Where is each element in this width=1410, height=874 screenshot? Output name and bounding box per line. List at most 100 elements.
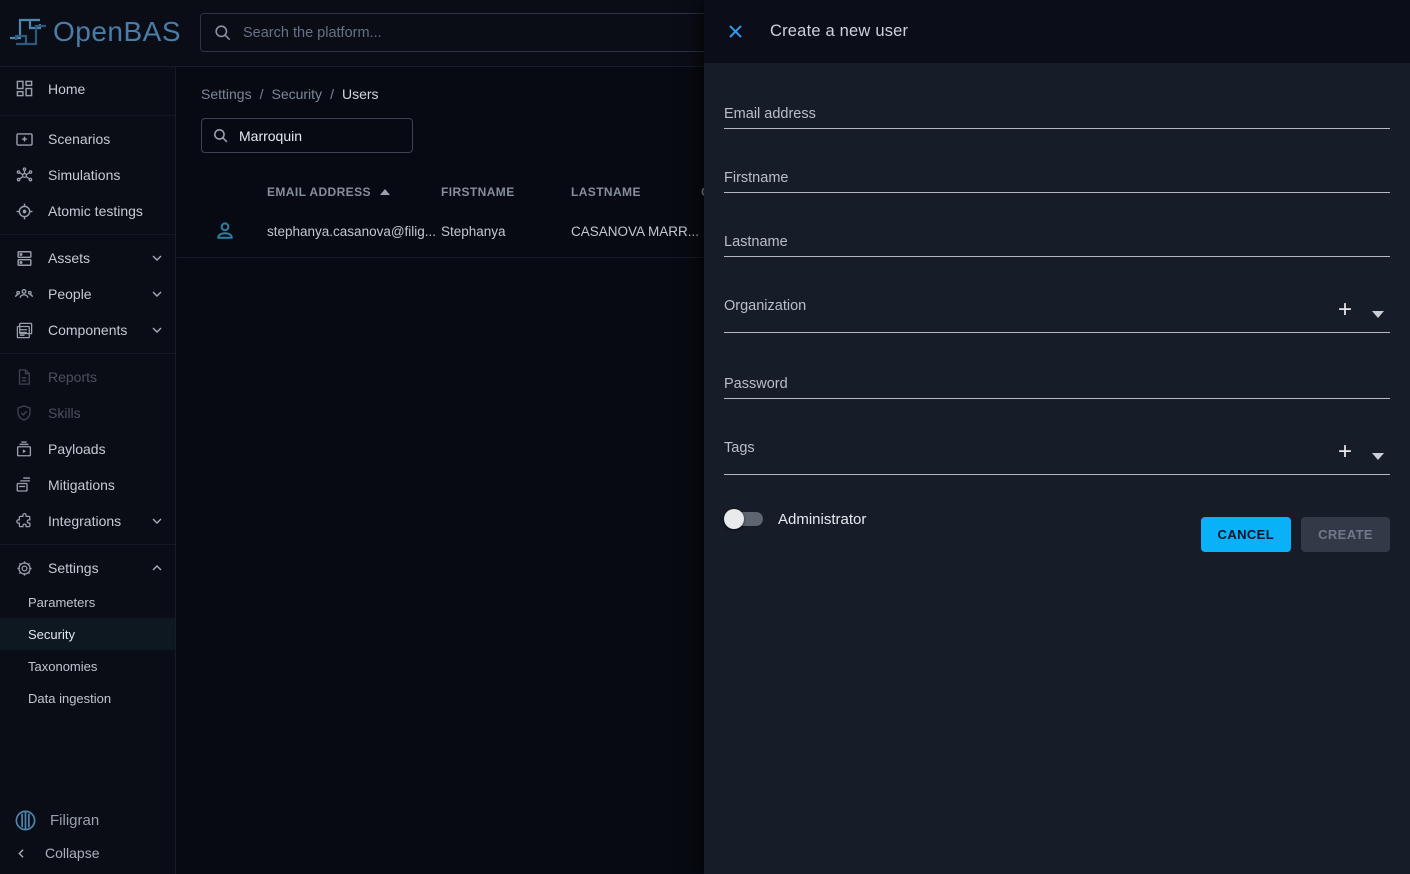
lastname-label: Lastname	[724, 233, 1390, 251]
openbas-logo[interactable]: OpenBAS	[8, 12, 181, 52]
lastname-field[interactable]: Lastname	[724, 233, 1390, 257]
firstname-field[interactable]: Firstname	[724, 169, 1390, 193]
sidebar-item-label: Integrations	[48, 513, 121, 529]
input-underline	[724, 256, 1390, 257]
collapse-sidebar-button[interactable]: Collapse	[0, 838, 175, 868]
user-lastname-cell: CASANOVA MARR...	[571, 224, 699, 239]
sidebar-subitem-data-ingestion[interactable]: Data ingestion	[0, 682, 175, 714]
drawer-header: Create a new user	[704, 0, 1410, 63]
password-field[interactable]: Password	[724, 375, 1390, 399]
input-underline	[724, 192, 1390, 193]
toggle-thumb	[724, 509, 744, 529]
chevron-up-icon	[149, 560, 165, 576]
sidebar-item-label: Reports	[48, 369, 97, 385]
platform-search-input[interactable]: Search the platform...	[200, 13, 740, 52]
breadcrumb-security[interactable]: Security	[271, 86, 322, 102]
column-header-lastname[interactable]: LASTNAME	[571, 185, 641, 199]
input-underline	[724, 474, 1390, 475]
create-button[interactable]: CREATE	[1301, 517, 1390, 552]
organization-field[interactable]: Organization +	[724, 297, 1390, 333]
sidebar-item-components[interactable]: Components	[0, 312, 175, 348]
breadcrumb-separator: /	[260, 86, 264, 102]
dashboard-icon	[14, 79, 34, 99]
document-icon	[14, 367, 34, 387]
add-organization-button[interactable]: +	[1338, 299, 1352, 321]
sidebar-divider	[0, 544, 175, 545]
sidebar-item-home[interactable]: Home	[0, 67, 175, 110]
sidebar-item-label: Skills	[48, 405, 81, 421]
sidebar-item-label: Mitigations	[48, 477, 115, 493]
sidebar-subitem-label: Data ingestion	[28, 691, 111, 706]
column-header-firstname[interactable]: FIRSTNAME	[441, 185, 515, 199]
sidebar-item-people[interactable]: People	[0, 276, 175, 312]
gear-icon	[14, 558, 34, 578]
sidebar-item-scenarios[interactable]: Scenarios	[0, 121, 175, 157]
target-icon	[14, 201, 34, 221]
sidebar-subitem-label: Security	[28, 627, 75, 642]
sidebar-subitem-taxonomies[interactable]: Taxonomies	[0, 650, 175, 682]
tags-dropdown-arrow-icon[interactable]	[1372, 453, 1384, 460]
sidebar-item-reports: Reports	[0, 359, 175, 395]
input-underline	[724, 332, 1390, 333]
dynamic-feed-icon	[14, 475, 34, 495]
subscriptions-icon	[14, 439, 34, 459]
hub-icon	[14, 165, 34, 185]
breadcrumb-settings[interactable]: Settings	[201, 86, 252, 102]
users-table-header: EMAIL ADDRESS FIRSTNAME LASTNAME ORGANIZ…	[177, 179, 704, 207]
sidebar-item-label: Home	[48, 81, 85, 97]
drawer-title: Create a new user	[770, 22, 908, 41]
user-table-row[interactable]: stephanya.casanova@filig... Stephanya CA…	[177, 207, 704, 258]
sort-ascending-icon	[380, 189, 390, 195]
tags-label: Tags	[724, 439, 755, 457]
sidebar-item-simulations[interactable]: Simulations	[0, 157, 175, 193]
organization-dropdown-arrow-icon[interactable]	[1372, 311, 1384, 318]
collapse-label: Collapse	[45, 845, 99, 861]
sidebar-item-label: Settings	[48, 560, 99, 576]
close-drawer-button[interactable]	[716, 13, 754, 51]
sidebar-divider	[0, 234, 175, 235]
sidebar-divider	[0, 115, 175, 116]
platform-search-placeholder: Search the platform...	[243, 25, 382, 41]
sidebar-item-settings[interactable]: Settings	[0, 550, 175, 586]
main-content: Settings / Security / Users Marroquin EM…	[177, 68, 704, 874]
sidebar-subitem-parameters[interactable]: Parameters	[0, 586, 175, 618]
sidebar-subitem-security[interactable]: Security	[0, 618, 175, 650]
sidebar-item-label: Simulations	[48, 167, 120, 183]
create-user-drawer: Create a new user Email address Firstnam…	[704, 0, 1410, 874]
cancel-button[interactable]: CANCEL	[1201, 517, 1292, 552]
shield-check-icon	[14, 403, 34, 423]
email-address-field[interactable]: Email address	[724, 105, 1390, 129]
user-firstname-cell: Stephanya	[441, 224, 506, 239]
breadcrumb-users: Users	[342, 86, 379, 102]
column-header-label: EMAIL ADDRESS	[267, 185, 371, 199]
filigran-link[interactable]: Filigran	[0, 802, 175, 838]
administrator-toggle[interactable]	[724, 509, 764, 529]
chevron-left-icon	[14, 846, 29, 861]
movie-icon	[14, 129, 34, 149]
column-header-email[interactable]: EMAIL ADDRESS	[267, 185, 390, 199]
tags-field[interactable]: Tags +	[724, 439, 1390, 475]
sidebar: Home Scenarios Simula	[0, 67, 176, 874]
sidebar-item-label: Payloads	[48, 441, 106, 457]
sidebar-item-payloads[interactable]: Payloads	[0, 431, 175, 467]
sidebar-item-assets[interactable]: Assets	[0, 240, 175, 276]
search-icon	[212, 127, 229, 144]
email-address-label: Email address	[724, 105, 1390, 123]
sidebar-item-atomic-testings[interactable]: Atomic testings	[0, 193, 175, 229]
users-filter-value: Marroquin	[239, 128, 302, 144]
drawer-actions: CANCEL CREATE	[1201, 517, 1390, 552]
servers-icon	[14, 248, 34, 268]
people-icon	[14, 284, 34, 304]
sidebar-item-mitigations[interactable]: Mitigations	[0, 467, 175, 503]
sidebar-footer: Filigran Collapse	[0, 802, 175, 874]
users-filter-input[interactable]: Marroquin	[201, 118, 413, 153]
user-email-cell: stephanya.casanova@filig...	[267, 224, 435, 239]
sidebar-item-skills: Skills	[0, 395, 175, 431]
breadcrumb: Settings / Security / Users	[201, 86, 704, 102]
add-tag-button[interactable]: +	[1338, 441, 1352, 463]
openbas-logo-icon	[8, 12, 48, 52]
drawer-body: Email address Firstname Lastname Organiz…	[704, 105, 1410, 552]
sidebar-item-integrations[interactable]: Integrations	[0, 503, 175, 539]
drawer-footer: Administrator CANCEL CREATE	[724, 501, 1390, 552]
chevron-down-icon	[149, 513, 165, 529]
